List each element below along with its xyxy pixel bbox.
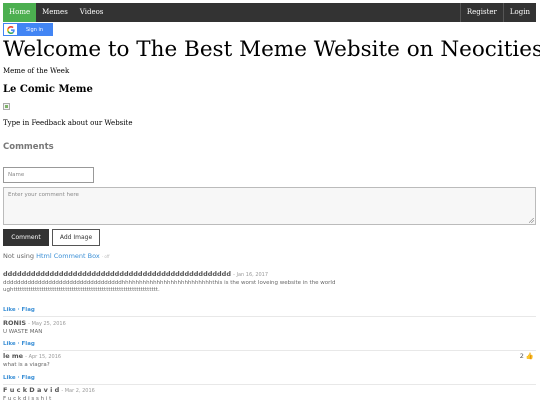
comment-body-line: U WASTE MAN (3, 329, 43, 335)
google-signin-button[interactable]: Sign in (3, 23, 53, 36)
comment-textarea[interactable]: Enter your comment here (3, 187, 536, 225)
nav-register[interactable]: Register (459, 3, 503, 22)
comment-body-line: ddddddddddddddddddddddddddddddddddhhhhhh… (3, 280, 336, 286)
vote-count: 2 👍 (520, 352, 534, 360)
comment-author: dddddddddddddddddddddddddddddddddddddddd… (3, 270, 231, 278)
add-image-button[interactable]: Add Image (52, 229, 100, 246)
comment-header: dddddddddddddddddddddddddddddddddddddddd… (3, 270, 536, 278)
comment-item: dddddddddddddddddddddddddddddddddddddddd… (3, 270, 536, 294)
top-nav: Home Memes Videos Register Login (3, 3, 536, 22)
comment-divider (3, 316, 536, 317)
meme-of-week-label: Meme of the Week (3, 67, 70, 75)
comment-item: le me - Apr 15, 2016 what is a viagra? 2… (3, 352, 536, 369)
service-suffix: · off (101, 254, 110, 259)
nav-videos[interactable]: Videos (74, 3, 110, 22)
thumbs-up-icon[interactable]: 👍 (526, 352, 534, 360)
nav-spacer (109, 3, 459, 22)
comment-actions[interactable]: Like · Flag (3, 375, 536, 381)
comment-header: le me - Apr 15, 2016 (3, 352, 536, 360)
comment-body: ddddddddddddddddddddddddddddddddddhhhhhh… (3, 280, 536, 294)
comment-body: what is a viagra? (3, 362, 536, 369)
comment-actions[interactable]: Like · Flag (3, 307, 536, 313)
comments-heading: Comments (3, 142, 54, 152)
comment-body: U WASTE MAN (3, 329, 536, 336)
comment-body: F u c k d i s s h i t (3, 396, 536, 403)
signin-label: Sign in (17, 24, 52, 35)
comment-date: Jan 16, 2017 (236, 272, 269, 278)
name-input[interactable]: Name (3, 167, 94, 183)
comment-date: May 25, 2016 (31, 321, 66, 327)
page-title: Welcome to The Best Meme Website on Neoc… (3, 37, 540, 62)
vote-count-value: 2 (519, 352, 524, 360)
comment-divider (3, 384, 536, 385)
comment-divider (3, 350, 536, 351)
comic-title: Le Comic Meme (3, 84, 93, 95)
broken-image-icon (3, 103, 10, 110)
resize-grip-icon[interactable] (529, 218, 534, 223)
comment-actions[interactable]: Like · Flag (3, 341, 536, 347)
not-using-text: Not using (3, 252, 35, 260)
nav-memes[interactable]: Memes (36, 3, 74, 22)
comment-body-line: ughttttttttttttttttttttttttttttttttttttt… (3, 287, 160, 293)
comment-placeholder: Enter your comment here (8, 192, 79, 198)
comment-item: RONIS - May 25, 2016 U WASTE MAN (3, 319, 536, 336)
comment-button[interactable]: Comment (3, 229, 49, 246)
comment-header: F u c k D a v i d - Mar 2, 2016 (3, 386, 536, 394)
comment-item: F u c k D a v i d - Mar 2, 2016 F u c k … (3, 386, 536, 403)
htmlcommentbox-link[interactable]: Html Comment Box (36, 252, 100, 260)
nav-home[interactable]: Home (3, 3, 37, 22)
feedback-prompt: Type in Feedback about our Website (3, 119, 133, 127)
nav-login[interactable]: Login (502, 3, 536, 22)
comment-author: RONIS (3, 319, 27, 327)
comment-date: Mar 2, 2016 (64, 388, 95, 394)
powered-by-line: Not using Html Comment Box · off (3, 252, 110, 260)
comment-header: RONIS - May 25, 2016 (3, 319, 536, 327)
page: Home Memes Videos Register Login Sign in… (0, 0, 540, 405)
comment-author: F u c k D a v i d (3, 386, 60, 394)
comment-date: Apr 15, 2016 (28, 354, 62, 360)
comment-author: le me (3, 352, 24, 360)
comment-body-line: F u c k d i s s h i t (3, 396, 52, 402)
comment-body-line: what is a viagra? (3, 362, 50, 368)
google-g-icon (4, 24, 17, 35)
